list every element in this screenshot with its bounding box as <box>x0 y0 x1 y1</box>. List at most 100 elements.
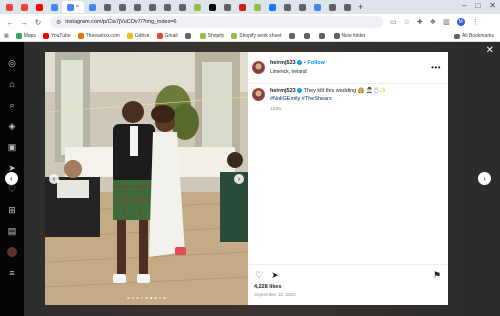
follow-button[interactable]: Follow <box>307 61 324 67</box>
bookmark-favicon-icon <box>15 32 22 39</box>
more-menu-icon[interactable]: ≡ <box>7 268 17 278</box>
bookmark-favicon-icon <box>288 32 295 39</box>
carousel-dot <box>127 296 130 299</box>
carousel-previous-button[interactable]: ‹ <box>49 174 59 184</box>
browser-tab[interactable] <box>2 1 16 13</box>
bookmark-item[interactable] <box>318 32 327 39</box>
carousel-dot <box>131 296 135 299</box>
browser-tab[interactable] <box>325 1 339 13</box>
notifications-heart-icon[interactable]: ♡ <box>7 184 17 194</box>
bookmark-item[interactable]: YouTube <box>42 32 71 39</box>
apps-grid-icon[interactable]: ▦ <box>4 33 9 39</box>
bookmark-item[interactable]: Gmail <box>156 32 178 39</box>
star-icon[interactable]: ☆ <box>404 18 410 26</box>
caption-hashtags[interactable]: #NoliGEmily #TheShears <box>270 96 387 104</box>
more-options-icon[interactable]: ••• <box>431 63 441 72</box>
browser-tab[interactable] <box>32 1 46 13</box>
browser-tab[interactable] <box>17 1 31 13</box>
bookmark-item[interactable]: Maps <box>15 32 36 39</box>
browser-tab[interactable] <box>130 1 144 13</box>
address-bar[interactable]: ⚙ instagram.com/p/Cia7jVuCOv7/?img_index… <box>50 16 383 28</box>
bookmark-item[interactable]: Theeastco.com <box>77 32 120 39</box>
all-bookmarks-button[interactable]: All Bookmarks <box>454 33 494 39</box>
generic-icon <box>343 3 351 11</box>
instagram-logo-icon[interactable]: ◎ <box>7 58 17 68</box>
save-bookmark-icon[interactable]: ⚑ <box>432 270 442 280</box>
browser-tab[interactable] <box>145 1 159 13</box>
bookmark-item[interactable]: Shopify work sheet <box>231 32 282 39</box>
dashboard-icon[interactable]: ▤ <box>7 226 17 236</box>
browser-tab[interactable] <box>85 1 99 13</box>
browser-tab[interactable] <box>47 1 61 13</box>
extension-icon[interactable]: ✚ <box>417 18 423 26</box>
bookmark-favicon-icon <box>184 32 191 39</box>
url-text[interactable]: instagram.com/p/Cia7jVuCOv7/?img_index=6 <box>65 19 176 25</box>
back-icon[interactable]: ← <box>4 18 16 27</box>
like-count[interactable]: 4,228 likes <box>254 284 442 290</box>
browser-tab[interactable] <box>100 1 114 13</box>
post-photo[interactable]: ‹ › <box>45 52 248 305</box>
caption-username[interactable]: heirmj523 <box>270 88 296 94</box>
create-icon[interactable]: ⊞ <box>7 205 17 215</box>
explore-icon[interactable]: ◈ <box>7 121 17 131</box>
bookmark-label: YouTube <box>50 32 71 39</box>
close-tab-icon[interactable]: × <box>76 4 80 10</box>
maximize-icon[interactable]: □ <box>475 1 480 10</box>
browser-tab[interactable] <box>205 1 219 13</box>
bookmark-item[interactable] <box>184 32 193 39</box>
site-info-icon[interactable]: ⚙ <box>56 19 61 26</box>
post-side-panel: heirmj523 ✓ • Follow Limerick, Ireland •… <box>248 52 448 305</box>
post-location[interactable]: Limerick, Ireland <box>270 69 325 75</box>
bookmark-item[interactable] <box>288 32 297 39</box>
previous-post-button[interactable]: ‹ <box>5 172 18 185</box>
bookmark-favicon-icon <box>199 32 206 39</box>
screen-cast-icon[interactable]: ▭ <box>390 18 397 26</box>
browser-tab[interactable] <box>340 1 354 13</box>
browser-tab[interactable] <box>175 1 189 13</box>
extensions-puzzle-icon[interactable]: ❖ <box>430 18 436 26</box>
forward-icon[interactable]: → <box>18 18 30 27</box>
browser-tab[interactable] <box>190 1 204 13</box>
browser-tab[interactable] <box>280 1 294 13</box>
share-icon[interactable]: ➤ <box>270 270 280 280</box>
browser-tab[interactable] <box>220 1 234 13</box>
reels-icon[interactable]: ▣ <box>7 142 17 152</box>
generic-icon <box>298 3 306 11</box>
bookmarks-bar: ▦ Maps YouTube Theeastco.com Gdrive Gmail Sho… <box>0 30 500 42</box>
mail-icon <box>5 3 13 11</box>
browser-tab[interactable]: × <box>62 1 84 13</box>
wedding-photo-illustration <box>45 52 248 305</box>
shopify-icon <box>253 3 261 11</box>
bookmark-favicon-icon <box>156 32 163 39</box>
next-post-button[interactable]: › <box>478 172 491 185</box>
search-icon[interactable]: ⌕ <box>7 100 17 110</box>
carousel-next-button[interactable]: › <box>234 174 244 184</box>
home-icon[interactable]: ⌂ <box>7 79 17 89</box>
browser-tab[interactable] <box>235 1 249 13</box>
browser-tab[interactable] <box>310 1 324 13</box>
browser-tab[interactable] <box>295 1 309 13</box>
author-avatar[interactable] <box>252 61 265 74</box>
caption-author-avatar[interactable] <box>252 88 265 101</box>
reload-icon[interactable]: ↻ <box>32 18 44 27</box>
browser-tab[interactable] <box>160 1 174 13</box>
menu-kebab-icon[interactable]: ⋮ <box>472 18 479 26</box>
like-heart-icon[interactable]: ♡ <box>254 270 264 280</box>
profile-avatar-small[interactable] <box>7 247 17 257</box>
author-username[interactable]: heirmj523 <box>270 61 296 67</box>
bookmark-item[interactable]: Gdrive <box>126 32 150 39</box>
youtube-icon <box>35 3 43 11</box>
close-modal-icon[interactable]: ✕ <box>486 45 494 56</box>
new-tab-icon[interactable]: + <box>358 2 363 12</box>
sidebar-icon[interactable]: ▥ <box>443 18 450 26</box>
browser-tab[interactable] <box>265 1 279 13</box>
minimize-icon[interactable]: – <box>462 1 466 10</box>
bookmark-item[interactable] <box>303 32 312 39</box>
bookmark-item[interactable]: Shopify <box>199 32 224 39</box>
browser-tab[interactable] <box>115 1 129 13</box>
bookmark-item[interactable]: New folder <box>333 32 365 39</box>
profile-avatar[interactable]: M <box>456 18 465 26</box>
google-icon <box>66 3 74 11</box>
browser-tab[interactable] <box>250 1 264 13</box>
close-window-icon[interactable]: ✕ <box>489 1 496 10</box>
